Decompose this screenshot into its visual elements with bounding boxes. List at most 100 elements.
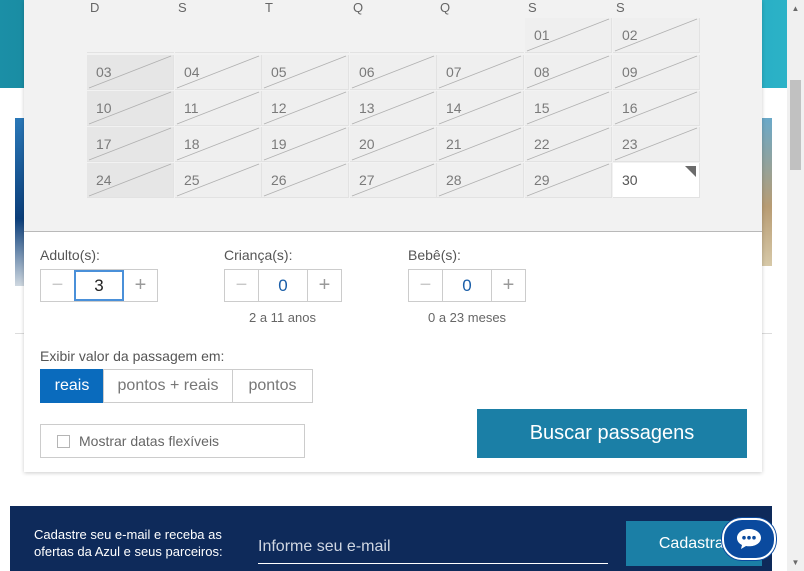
unavailable-slash (88, 55, 172, 89)
fare-option-pontos-reais[interactable]: pontos + reais (103, 369, 233, 403)
calendar-empty-cell (87, 18, 174, 53)
chat-bubble-icon[interactable] (722, 518, 776, 560)
calendar-empty-cell (437, 18, 524, 53)
calendar-day-unavailable: 21 (437, 127, 524, 162)
unavailable-slash (176, 91, 260, 125)
weekday-label: Q (440, 0, 451, 15)
search-flights-button[interactable]: Buscar passagens (477, 409, 747, 458)
calendar-day-unavailable: 24 (87, 163, 174, 198)
children-label: Criança(s): (224, 247, 293, 263)
unavailable-slash (351, 127, 435, 161)
weekday-label: Q (353, 0, 364, 15)
calendar-empty-cell (262, 18, 349, 53)
unavailable-slash (438, 127, 522, 161)
children-increment-button[interactable]: + (308, 270, 341, 301)
booking-panel: DSTQQSS 01 02 03 04 05 06 07 08 09 10 11 12 13 14 15 16… (24, 0, 762, 472)
unavailable-slash (88, 127, 172, 161)
children-decrement-button[interactable]: − (225, 270, 258, 301)
weekday-label: S (528, 0, 537, 15)
unavailable-slash (526, 55, 610, 89)
scrollbar-thumb[interactable] (790, 80, 801, 170)
adults-stepper: − 3 + (40, 269, 158, 302)
unavailable-slash (526, 18, 610, 52)
calendar-day-unavailable: 03 (87, 55, 174, 90)
calendar-day-unavailable: 09 (613, 55, 700, 90)
calendar-day-unavailable: 27 (350, 163, 437, 198)
calendar-grid: 01 02 03 04 05 06 07 08 09 10 11 12 13 14 15 16 17 18 19 20… (87, 18, 701, 200)
weekday-label: T (265, 0, 273, 15)
unavailable-slash (438, 91, 522, 125)
calendar-empty-cell (175, 18, 262, 53)
unavailable-slash (526, 91, 610, 125)
fare-option-reais[interactable]: reais (40, 369, 104, 403)
unavailable-slash (176, 163, 260, 197)
unavailable-slash (614, 18, 698, 52)
fare-option-pontos[interactable]: pontos (232, 369, 313, 403)
adults-increment-button[interactable]: + (124, 270, 157, 301)
unavailable-slash (526, 127, 610, 161)
unavailable-slash (263, 163, 347, 197)
unavailable-slash (614, 55, 698, 89)
calendar-day-available[interactable]: 30 (613, 163, 700, 198)
infants-increment-button[interactable]: + (492, 270, 525, 301)
unavailable-slash (438, 55, 522, 89)
children-stepper: − 0 + (224, 269, 342, 302)
unavailable-slash (351, 91, 435, 125)
calendar-day-unavailable: 10 (87, 91, 174, 126)
calendar-day-unavailable: 12 (262, 91, 349, 126)
adults-decrement-button[interactable]: − (41, 270, 74, 301)
infants-decrement-button[interactable]: − (409, 270, 442, 301)
calendar-day-unavailable: 18 (175, 127, 262, 162)
calendar: D S T Q Q S S 01 02 03 04 05 06 07 08 09 10 11 12 13 14 15 16… (24, 0, 762, 232)
weekday-label: S (616, 0, 625, 15)
calendar-day-unavailable: 16 (613, 91, 700, 126)
calendar-day-unavailable: 06 (350, 55, 437, 90)
calendar-empty-cell (350, 18, 437, 53)
chat-glyph (737, 529, 761, 549)
unavailable-slash (614, 91, 698, 125)
adults-label: Adulto(s): (40, 247, 100, 263)
scroll-up-icon[interactable]: ▲ (787, 0, 804, 17)
infants-input[interactable]: 0 (442, 270, 492, 301)
weekday-label: S (178, 0, 187, 15)
flexible-dates-label: Mostrar datas flexíveis (79, 433, 220, 449)
calendar-day-unavailable: 02 (613, 18, 700, 53)
calendar-day-unavailable: 14 (437, 91, 524, 126)
newsletter-bar: Cadastre seu e-mail e receba as ofertas … (10, 506, 772, 571)
calendar-day-number: 30 (622, 172, 638, 188)
unavailable-slash (263, 55, 347, 89)
scroll-down-icon[interactable]: ▼ (787, 554, 804, 571)
calendar-day-unavailable: 04 (175, 55, 262, 90)
infants-label: Bebê(s): (408, 247, 461, 263)
calendar-day-unavailable: 15 (525, 91, 612, 126)
unavailable-slash (614, 127, 698, 161)
unavailable-slash (176, 55, 260, 89)
unavailable-slash (88, 91, 172, 125)
unavailable-slash (351, 55, 435, 89)
weekday-label: D (90, 0, 100, 15)
calendar-day-unavailable: 28 (437, 163, 524, 198)
newsletter-text: Cadastre seu e-mail e receba as ofertas … (34, 527, 223, 559)
flexible-dates-toggle[interactable]: Mostrar datas flexíveis (40, 424, 305, 458)
calendar-day-unavailable: 19 (262, 127, 349, 162)
calendar-day-unavailable: 05 (262, 55, 349, 90)
unavailable-slash (176, 127, 260, 161)
checkbox-icon[interactable] (57, 434, 70, 448)
fare-display-label: Exibir valor da passagem em: (40, 348, 225, 364)
unavailable-slash (351, 163, 435, 197)
adults-input[interactable]: 3 (74, 270, 124, 301)
calendar-day-unavailable: 17 (87, 127, 174, 162)
infants-age-hint: 0 a 23 meses (428, 310, 507, 325)
newsletter-email-input[interactable]: Informe seu e-mail (258, 530, 608, 564)
calendar-day-unavailable: 07 (437, 55, 524, 90)
unavailable-slash (263, 127, 347, 161)
children-input[interactable]: 0 (258, 270, 308, 301)
unavailable-slash (263, 91, 347, 125)
calendar-day-unavailable: 23 (613, 127, 700, 162)
infants-stepper: − 0 + (408, 269, 526, 302)
unavailable-slash (526, 163, 610, 197)
calendar-day-unavailable: 20 (350, 127, 437, 162)
calendar-day-unavailable: 26 (262, 163, 349, 198)
unavailable-slash (88, 163, 172, 197)
background-image-right (762, 118, 772, 266)
